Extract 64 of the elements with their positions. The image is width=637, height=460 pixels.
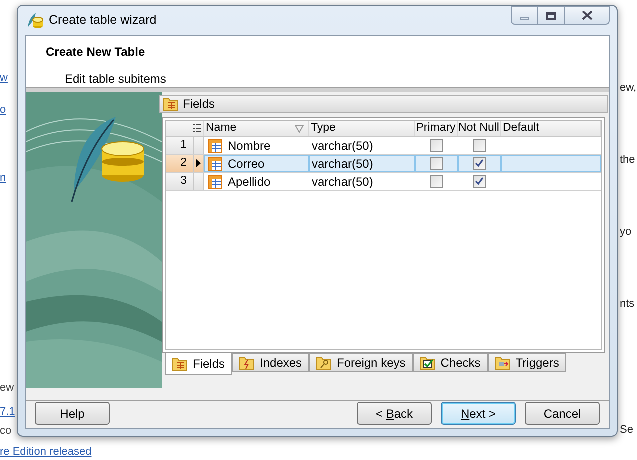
table-cell-text: Nombre <box>228 138 271 154</box>
table-cell-text: varchar(50) <box>312 138 374 154</box>
next-button[interactable]: Next > <box>441 402 516 425</box>
folder-check-icon <box>420 354 436 370</box>
table-icon <box>208 138 222 152</box>
help-button[interactable]: Help <box>35 402 110 425</box>
row-number: 3 <box>180 174 187 189</box>
app-icon <box>26 12 44 30</box>
checkbox[interactable] <box>430 175 443 188</box>
checkbox[interactable] <box>430 139 443 152</box>
window-title: Create table wizard <box>49 12 157 30</box>
folder-table-icon <box>172 356 188 372</box>
tab[interactable]: Checks <box>412 353 488 372</box>
page-text: ew, <box>620 81 637 96</box>
checkbox[interactable] <box>473 157 486 170</box>
tab[interactable]: Foreign keys <box>309 353 413 372</box>
page-text: yo <box>620 225 632 240</box>
table-row[interactable]: 2 Correo varchar(50) <box>166 155 601 173</box>
column-header[interactable]: Not Null <box>458 120 500 138</box>
tab[interactable]: Triggers <box>488 353 566 372</box>
folder-table-icon <box>163 96 179 112</box>
page-link[interactable]: o <box>0 102 6 118</box>
header-title: Create New Table <box>46 44 146 61</box>
tab[interactable]: Fields <box>165 353 232 375</box>
table-row[interactable]: 1 Nombre varchar(50) <box>166 137 601 155</box>
column-header[interactable]: Type <box>311 120 336 138</box>
checkbox[interactable] <box>473 139 486 152</box>
row-number: 1 <box>180 138 187 153</box>
column-list-icon[interactable] <box>193 124 201 133</box>
table-cell-text: varchar(50) <box>312 156 374 172</box>
table-cell-text: varchar(50) <box>312 174 374 190</box>
table-cell-text: Apellido <box>228 174 271 190</box>
folder-lightning-icon <box>239 354 256 370</box>
checkbox[interactable] <box>430 157 443 170</box>
folder-arrow-icon <box>494 354 511 370</box>
page-text: nts <box>620 297 635 312</box>
page-link[interactable]: 7.1 <box>0 404 16 420</box>
close-icon <box>582 11 592 20</box>
tab[interactable]: Indexes <box>232 353 310 372</box>
page-text: Se <box>620 423 634 438</box>
close-button[interactable] <box>565 6 610 25</box>
back-button[interactable]: < Back <box>357 402 432 425</box>
maximize-button[interactable] <box>538 6 565 25</box>
header-subtitle: Edit table subitems <box>65 71 168 88</box>
checkbox[interactable] <box>473 175 486 188</box>
table-icon <box>208 156 222 170</box>
page-link[interactable]: re Edition released <box>0 444 92 460</box>
table-cell-text: Correo <box>228 156 265 172</box>
cancel-button[interactable]: Cancel <box>525 402 600 425</box>
column-header[interactable]: Default <box>503 120 540 138</box>
table-row[interactable]: 3 Apellido varchar(50) <box>166 173 601 191</box>
panel-title: Fields <box>183 96 216 113</box>
column-header[interactable]: Name <box>206 120 237 138</box>
column-header[interactable]: Primary <box>416 120 456 138</box>
filter-icon[interactable] <box>295 124 304 132</box>
page-link[interactable]: n <box>0 170 6 186</box>
folder-key-icon <box>316 354 332 370</box>
page-text: co <box>0 424 12 439</box>
table-icon <box>208 174 222 188</box>
page-link[interactable]: w <box>0 70 8 86</box>
page-text: ew <box>0 381 14 396</box>
row-pointer-icon <box>196 159 201 168</box>
row-number: 2 <box>180 156 187 171</box>
page-text: the <box>620 153 636 168</box>
